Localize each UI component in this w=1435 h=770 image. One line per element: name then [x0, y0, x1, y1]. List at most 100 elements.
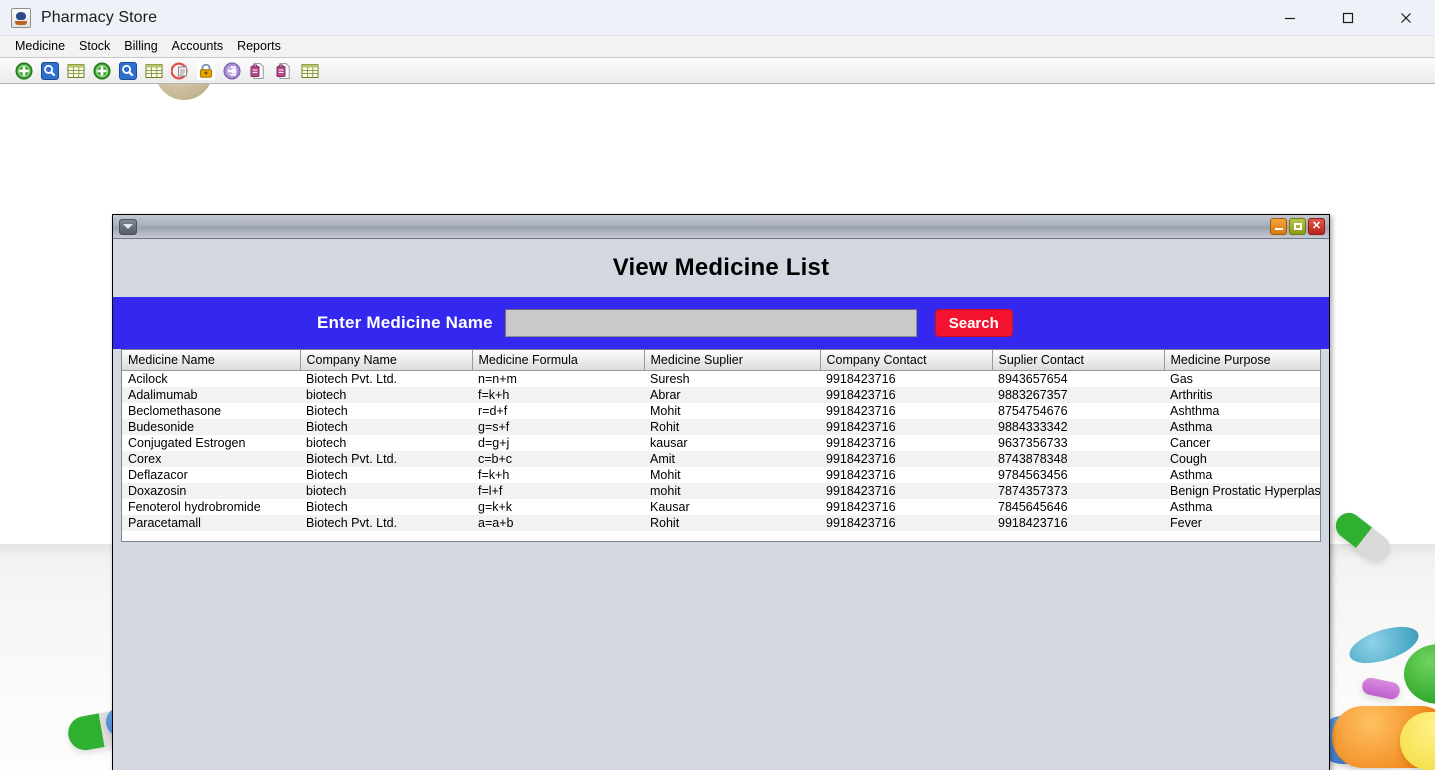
cell-medicine-formula: c=b+c — [478, 452, 513, 466]
chevron-down-icon[interactable] — [119, 218, 137, 235]
table-row[interactable]: Corex Biotech Pvt. Ltd. c=b+c Amit 991842371… — [122, 451, 1320, 467]
cell-suplier-contact: 9637356733 — [998, 436, 1068, 450]
table-row[interactable]: Fenoterol hydrobromide Biotech g=k+k Kausar… — [122, 499, 1320, 515]
logout-icon[interactable] — [222, 61, 241, 80]
column-header-medicine-formula[interactable]: Medicine Formula — [472, 350, 645, 371]
cell-company-contact: 9918423716 — [826, 372, 896, 386]
view-stock-list-icon[interactable] — [144, 61, 163, 80]
cell-company-contact: 9918423716 — [826, 420, 896, 434]
cell-company-name: Biotech Pvt. Ltd. — [306, 372, 398, 386]
cell-company-name: biotech — [306, 436, 347, 450]
cell-medicine-purpose: Cough — [1170, 452, 1207, 466]
table-row[interactable]: Budesonide Biotech g=s+f Rohit 9918423716 988… — [122, 419, 1320, 435]
cell-medicine-purpose: Fever — [1170, 516, 1202, 530]
cell-suplier-contact: 7845645646 — [998, 500, 1068, 514]
column-header-medicine-suplier[interactable]: Medicine Suplier — [644, 350, 821, 371]
column-header-company-contact[interactable]: Company Contact — [820, 350, 993, 371]
cell-medicine-purpose: Asthma — [1170, 420, 1213, 434]
medicine-table-header: Medicine Name Company Name Medicine Form… — [122, 350, 1320, 371]
minimize-window-button[interactable] — [1261, 0, 1319, 36]
cell-medicine-formula: n=n+m — [478, 372, 517, 386]
cell-company-contact: 9918423716 — [826, 484, 896, 498]
cell-company-name: biotech — [306, 388, 347, 402]
search-button[interactable]: Search — [934, 309, 1013, 337]
report-one-icon[interactable] — [248, 61, 267, 80]
cell-company-contact: 9918423716 — [826, 404, 896, 418]
table-filler-row — [122, 531, 1320, 541]
cell-medicine-purpose: Ashthma — [1170, 404, 1220, 418]
internal-frame-maximize-button[interactable] — [1289, 218, 1306, 235]
cell-medicine-suplier: Mohit — [650, 468, 681, 482]
billing-icon[interactable] — [170, 61, 189, 80]
cell-medicine-suplier: Abrar — [650, 388, 681, 402]
cell-medicine-suplier: mohit — [650, 484, 681, 498]
table-row[interactable]: Beclomethasone Biotech r=d+f Mohit 991842371… — [122, 403, 1320, 419]
menu-item-medicine[interactable]: Medicine — [8, 37, 72, 56]
maximize-window-button[interactable] — [1319, 0, 1377, 36]
cell-company-name: Biotech Pvt. Ltd. — [306, 452, 398, 466]
table-filler-cell — [122, 531, 1320, 541]
search-stock-icon[interactable] — [118, 61, 137, 80]
cell-company-name: biotech — [306, 484, 347, 498]
column-header-medicine-name[interactable]: Medicine Name — [122, 350, 301, 371]
cell-medicine-suplier: Kausar — [650, 500, 690, 514]
table-row[interactable]: Doxazosin biotech f=l+f mohit 9918423716 7874… — [122, 483, 1321, 499]
cell-medicine-purpose: Benign Prostatic Hyperplasia — [1170, 484, 1321, 498]
cell-medicine-formula: g=s+f — [478, 420, 510, 434]
menu-item-reports[interactable]: Reports — [230, 37, 288, 56]
column-header-suplier-contact[interactable]: Suplier Contact — [992, 350, 1165, 371]
java-coffee-cup-icon — [11, 7, 31, 28]
lock-accounts-icon[interactable] — [196, 61, 215, 80]
close-window-button[interactable] — [1377, 0, 1435, 36]
toolbar — [0, 58, 1435, 84]
cell-medicine-name: Conjugated Estrogen — [128, 436, 246, 450]
cell-medicine-suplier: Rohit — [650, 420, 680, 434]
window-titlebar: Pharmacy Store — [0, 0, 1435, 36]
cell-medicine-purpose: Gas — [1170, 372, 1193, 386]
cell-medicine-name: Paracetamall — [128, 516, 201, 530]
cell-medicine-suplier: kausar — [650, 436, 688, 450]
cell-medicine-formula: r=d+f — [478, 404, 508, 418]
view-medicine-list-icon[interactable] — [66, 61, 85, 80]
column-header-company-name[interactable]: Company Name — [300, 350, 473, 371]
page-title: View Medicine List — [612, 254, 830, 281]
cell-medicine-name: Budesonide — [128, 420, 195, 434]
table-row[interactable]: Deflazacor Biotech f=k+h Mohit 9918423716 978… — [122, 467, 1320, 483]
cell-suplier-contact: 8743878348 — [998, 452, 1068, 466]
cell-company-name: Biotech Pvt. Ltd. — [306, 516, 398, 530]
internal-frame-titlebar: ✕ — [113, 215, 1329, 239]
search-input[interactable] — [504, 309, 917, 337]
cell-company-contact: 9918423716 — [826, 516, 896, 530]
cell-medicine-formula: g=k+k — [478, 500, 513, 514]
cell-medicine-formula: f=l+f — [478, 484, 503, 498]
add-medicine-icon[interactable] — [14, 61, 33, 80]
cell-suplier-contact: 8754754676 — [998, 404, 1068, 418]
medicine-table-container[interactable]: Medicine Name Company Name Medicine Form… — [121, 349, 1321, 542]
cell-medicine-name: Acilock — [128, 372, 168, 386]
cell-medicine-name: Deflazacor — [128, 468, 188, 482]
cell-company-contact: 9918423716 — [826, 468, 896, 482]
cell-medicine-purpose: Asthma — [1170, 500, 1213, 514]
column-header-medicine-purpose[interactable]: Medicine Purpose — [1164, 350, 1320, 371]
medicine-table: Medicine Name Company Name Medicine Form… — [122, 350, 1321, 541]
table-row[interactable]: Conjugated Estrogen biotech d=g+j kausar 991… — [122, 435, 1320, 451]
table-row[interactable]: Adalimumab biotech f=k+h Abrar 9918423716 988… — [122, 387, 1320, 403]
table-row[interactable]: Acilock Biotech Pvt. Ltd. n=n+m Suresh 99184… — [122, 370, 1320, 387]
menu-item-accounts[interactable]: Accounts — [165, 37, 230, 56]
search-medicine-icon[interactable] — [40, 61, 59, 80]
cell-company-name: Biotech — [306, 500, 348, 514]
view-medicine-list-internal-frame: ✕ View Medicine List Enter Medicine Name… — [112, 214, 1330, 770]
report-two-icon[interactable] — [274, 61, 293, 80]
menu-item-billing[interactable]: Billing — [117, 37, 164, 56]
cell-suplier-contact: 9784563456 — [998, 468, 1068, 482]
cell-medicine-formula: a=a+b — [478, 516, 514, 530]
menu-item-stock[interactable]: Stock — [72, 37, 117, 56]
internal-frame-minimize-button[interactable] — [1270, 218, 1287, 235]
internal-frame-close-button[interactable]: ✕ — [1308, 218, 1325, 235]
table-row[interactable]: Paracetamall Biotech Pvt. Ltd. a=a+b Rohit 9… — [122, 515, 1320, 531]
add-stock-icon[interactable] — [92, 61, 111, 80]
internal-frame-controls: ✕ — [1270, 218, 1325, 235]
search-bar: Enter Medicine Name Search — [113, 297, 1329, 349]
reports-table-icon[interactable] — [300, 61, 319, 80]
cell-medicine-purpose: Arthritis — [1170, 388, 1213, 402]
